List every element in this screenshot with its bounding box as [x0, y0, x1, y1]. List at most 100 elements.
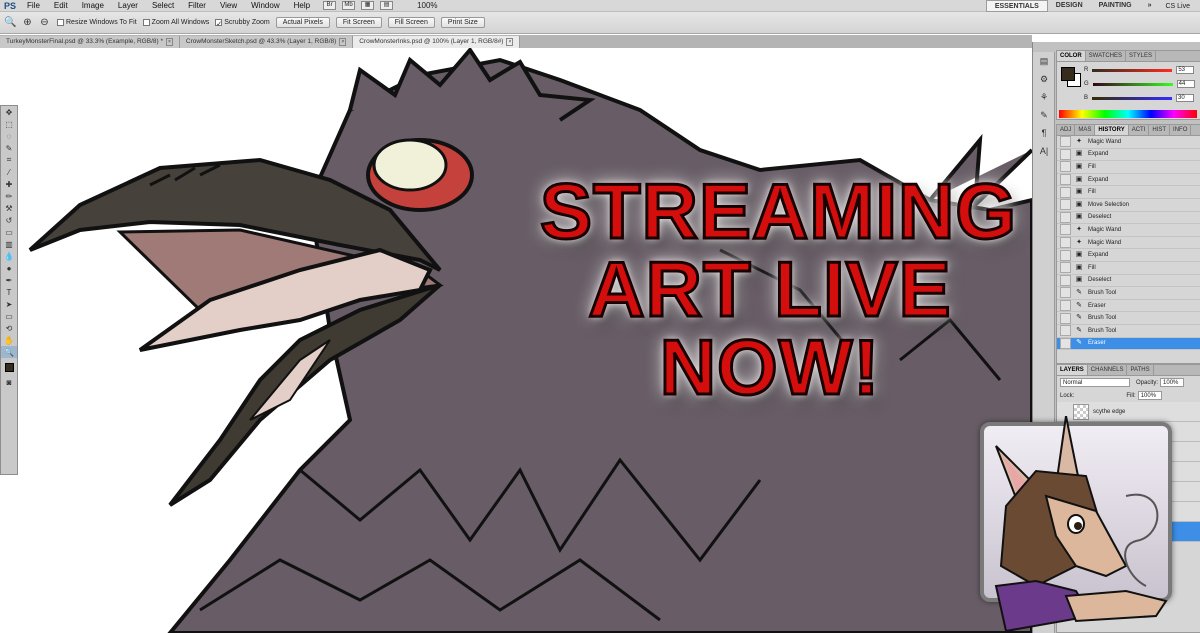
- tab-hist[interactable]: HIST: [1149, 125, 1171, 135]
- menu-image[interactable]: Image: [75, 1, 111, 10]
- history-snapshot-checkbox[interactable]: [1060, 249, 1071, 261]
- history-step[interactable]: ▣ Fill: [1057, 186, 1200, 199]
- red-track[interactable]: [1092, 68, 1173, 72]
- marquee-tool-icon[interactable]: ⬚: [1, 118, 17, 130]
- green-slider[interactable]: G 44: [1084, 80, 1195, 88]
- foreground-color-swatch[interactable]: [1061, 67, 1075, 81]
- tab-swatches[interactable]: SWATCHES: [1086, 51, 1127, 61]
- hand-tool-icon[interactable]: ✋: [1, 334, 17, 346]
- history-step[interactable]: ▣ Deselect: [1057, 211, 1200, 225]
- red-slider[interactable]: R 53: [1084, 66, 1195, 74]
- history-snapshot-checkbox[interactable]: [1060, 325, 1071, 337]
- photoshop-logo[interactable]: PS: [0, 1, 20, 11]
- history-snapshot-checkbox[interactable]: [1060, 312, 1071, 324]
- gradient-tool-icon[interactable]: ▥: [1, 238, 17, 250]
- extras-icon[interactable]: ▦: [361, 1, 375, 10]
- eraser-tool-icon[interactable]: ▭: [1, 226, 17, 238]
- lasso-tool-icon[interactable]: ◌: [1, 130, 17, 142]
- blue-track[interactable]: [1092, 96, 1173, 100]
- history-step[interactable]: ▣ Fill: [1057, 262, 1200, 275]
- menu-edit[interactable]: Edit: [47, 1, 75, 10]
- blur-tool-icon[interactable]: 💧: [1, 250, 17, 262]
- blue-value[interactable]: 30: [1176, 94, 1195, 102]
- zoom-tool-icon[interactable]: 🔍: [1, 346, 17, 358]
- brush-icon[interactable]: ✎: [1036, 110, 1052, 124]
- history-step[interactable]: ✦ Magic Wand: [1057, 224, 1200, 237]
- tab-history[interactable]: HISTORY: [1095, 125, 1129, 135]
- histogram-icon[interactable]: ▤: [1036, 56, 1052, 70]
- clone-stamp-tool-icon[interactable]: ⚒: [1, 202, 17, 214]
- arrange-icon[interactable]: ▤: [380, 1, 394, 10]
- workspace-more-icon[interactable]: »: [1140, 0, 1160, 12]
- history-step[interactable]: ✎ Brush Tool: [1057, 325, 1200, 338]
- history-snapshot-checkbox[interactable]: [1060, 300, 1071, 312]
- fill-screen-button[interactable]: Fill Screen: [387, 17, 435, 28]
- menu-view[interactable]: View: [213, 1, 244, 10]
- history-step[interactable]: ✦ Magic Wand: [1057, 136, 1200, 149]
- menu-window[interactable]: Window: [244, 1, 286, 10]
- history-step[interactable]: ✎ Brush Tool: [1057, 312, 1200, 325]
- history-snapshot-checkbox[interactable]: [1060, 199, 1071, 211]
- history-snapshot-checkbox[interactable]: [1060, 224, 1071, 236]
- zoom-all-windows-checkbox[interactable]: Zoom All Windows: [142, 19, 209, 26]
- character-icon[interactable]: A|: [1036, 146, 1052, 160]
- workspace-painting[interactable]: PAINTING: [1091, 0, 1140, 12]
- tab-crow-monster-sketch[interactable]: CrowMonsterSketch.psd @ 43.3% (Layer 1, …: [179, 36, 354, 48]
- bridge-icon[interactable]: Br: [323, 1, 337, 10]
- workspace-essentials[interactable]: ESSENTIALS: [985, 0, 1048, 12]
- history-snapshot-checkbox[interactable]: [1060, 136, 1071, 148]
- print-size-button[interactable]: Print Size: [440, 17, 485, 28]
- menu-filter[interactable]: Filter: [181, 1, 213, 10]
- tab-styles[interactable]: STYLES: [1126, 51, 1157, 61]
- blend-mode-select[interactable]: Normal: [1060, 378, 1130, 387]
- pen-tool-icon[interactable]: ✒: [1, 274, 17, 286]
- cs-live-button[interactable]: CS Live: [1159, 3, 1200, 10]
- history-snapshot-checkbox[interactable]: [1060, 262, 1071, 274]
- history-step[interactable]: ✦ Magic Wand: [1057, 237, 1200, 250]
- history-snapshot-checkbox[interactable]: [1060, 211, 1071, 223]
- tab-channels[interactable]: CHANNELS: [1088, 365, 1128, 375]
- minibridge-icon[interactable]: Mb: [342, 1, 356, 10]
- dodge-tool-icon[interactable]: ●: [1, 262, 17, 274]
- crop-tool-icon[interactable]: ⌗: [1, 154, 17, 166]
- actual-pixels-button[interactable]: Actual Pixels: [275, 17, 330, 28]
- zoom-out-icon[interactable]: ⊖: [38, 16, 51, 29]
- quick-selection-tool-icon[interactable]: ✎: [1, 142, 17, 154]
- path-selection-tool-icon[interactable]: ➤: [1, 298, 17, 310]
- tab-actions[interactable]: ACTI: [1129, 125, 1150, 135]
- menu-help[interactable]: Help: [287, 1, 317, 10]
- menu-file[interactable]: File: [20, 1, 47, 10]
- history-snapshot-checkbox[interactable]: [1060, 274, 1071, 286]
- green-track[interactable]: [1092, 82, 1173, 86]
- history-snapshot-checkbox[interactable]: [1060, 186, 1071, 198]
- 3d-rotate-tool-icon[interactable]: ⟲: [1, 322, 17, 334]
- paragraph-icon[interactable]: ¶: [1036, 128, 1052, 142]
- eyedropper-tool-icon[interactable]: ⁄: [1, 166, 17, 178]
- history-snapshot-checkbox[interactable]: [1060, 337, 1071, 349]
- opacity-input[interactable]: 100%: [1160, 378, 1185, 387]
- fit-screen-button[interactable]: Fit Screen: [335, 17, 382, 28]
- blue-slider[interactable]: B 30: [1084, 94, 1195, 102]
- history-snapshot-checkbox[interactable]: [1060, 161, 1071, 173]
- history-snapshot-checkbox[interactable]: [1060, 237, 1071, 249]
- tab-paths[interactable]: PATHS: [1127, 365, 1154, 375]
- tab-layers[interactable]: LAYERS: [1057, 365, 1088, 375]
- fill-input[interactable]: 100%: [1137, 391, 1162, 400]
- zoom-level[interactable]: 100%: [417, 1, 437, 10]
- close-icon[interactable]: ×: [506, 38, 514, 46]
- history-snapshot-checkbox[interactable]: [1060, 148, 1071, 160]
- red-value[interactable]: 53: [1176, 66, 1195, 74]
- tab-crow-monster-inks[interactable]: CrowMonsterInks.psd @ 100% (Layer 1, RGB…: [353, 36, 521, 48]
- scrubby-zoom-checkbox[interactable]: ✓ Scrubby Zoom: [215, 19, 270, 28]
- resize-windows-checkbox[interactable]: Resize Windows To Fit: [57, 19, 137, 26]
- move-tool-icon[interactable]: ✥: [1, 106, 17, 118]
- checkbox-icon[interactable]: [142, 19, 150, 26]
- menu-layer[interactable]: Layer: [111, 1, 145, 10]
- tab-turkey-monster-final[interactable]: TurkeyMonsterFinal.psd @ 33.3% (Example,…: [0, 36, 180, 48]
- tab-adjustments[interactable]: ADJ: [1057, 125, 1076, 135]
- green-value[interactable]: 44: [1176, 80, 1195, 88]
- close-icon[interactable]: ×: [339, 38, 347, 46]
- clone-source-icon[interactable]: ⚘: [1036, 92, 1052, 106]
- close-icon[interactable]: ×: [166, 38, 173, 46]
- healing-brush-tool-icon[interactable]: ✚: [1, 178, 17, 190]
